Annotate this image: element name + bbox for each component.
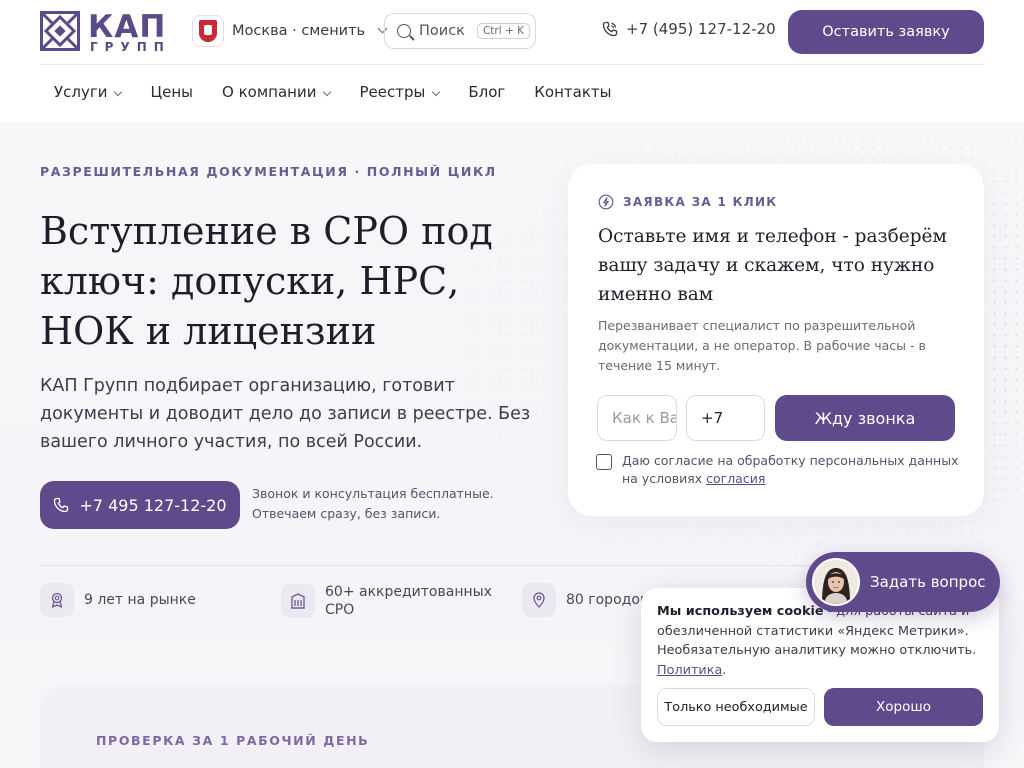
nav-item-contacts[interactable]: Контакты <box>534 82 611 102</box>
feature-text: 60+ аккредитованных СРО <box>325 584 492 618</box>
consent-row: Даю согласие на обработку персональных д… <box>596 452 962 488</box>
hero-eyebrow: РАЗРЕШИТЕЛЬНАЯ ДОКУМЕНТАЦИЯ · ПОЛНЫЙ ЦИК… <box>40 164 497 179</box>
header-phone-link[interactable]: +7 (495) 127-12-20 <box>602 20 776 38</box>
header-divider <box>40 64 984 65</box>
submit-callback-button[interactable]: Жду звонка <box>775 395 955 441</box>
avatar <box>812 558 860 606</box>
logo-subtitle: ГРУПП <box>90 40 171 54</box>
form-eyebrow-label: ЗАЯВКА ЗА 1 КЛИК <box>623 195 778 209</box>
form-eyebrow: ЗАЯВКА ЗА 1 КЛИК <box>598 194 777 210</box>
nav-item-label: Услуги <box>54 83 108 101</box>
hero-title: Вступление в СРО под ключ: допуски, НРС,… <box>40 209 493 353</box>
cookie-policy-link[interactable]: Политика <box>657 663 722 678</box>
request-button[interactable]: Оставить заявку <box>788 10 984 54</box>
cookie-title: Мы используем cookie <box>657 604 824 619</box>
nav-item-label: Цены <box>150 83 194 101</box>
hero-note: Звонок и консультация бесплатные. Отвеча… <box>252 486 494 521</box>
feature-item: 9 лет на рынке <box>40 583 196 617</box>
form-title: Оставьте имя и телефон - разберём вашу з… <box>598 226 947 305</box>
nav-item-registries[interactable]: Реестры <box>359 82 441 102</box>
search-shortcut-badge: Ctrl + K <box>476 23 530 39</box>
main-nav: Услуги Цены О компании Реестры Блог Конт… <box>54 82 640 102</box>
header-phone-number: +7 (495) 127-12-20 <box>626 20 776 38</box>
feature-text: 9 лет на рынке <box>84 592 196 608</box>
city-label: Москва · сменить <box>232 23 366 39</box>
nav-item-services[interactable]: Услуги <box>54 82 123 102</box>
site-header: КАП ГРУПП Москва · сменить Поиск Ctrl + … <box>0 0 1024 122</box>
form-description: Перезванивает специалист по разрешительн… <box>598 318 926 373</box>
award-icon <box>40 583 74 617</box>
nav-item-label: Блог <box>468 83 506 101</box>
nav-item-prices[interactable]: Цены <box>150 82 193 102</box>
location-pin-icon <box>522 583 556 617</box>
ask-question-label: Задать вопрос <box>870 573 986 591</box>
lightning-icon <box>598 194 614 210</box>
hero-lead: КАП Групп подбирает организацию, готовит… <box>40 376 531 452</box>
consent-link[interactable]: согласия <box>706 471 765 486</box>
ask-question-button[interactable]: Задать вопрос <box>806 552 1000 612</box>
search-box[interactable]: Поиск Ctrl + K <box>384 13 536 49</box>
nav-item-label: Реестры <box>359 83 426 101</box>
search-icon <box>397 24 411 38</box>
feature-item: 60+ аккредитованных СРО <box>281 583 501 619</box>
cookie-necessary-button[interactable]: Только необходимые <box>657 688 815 726</box>
cookie-accept-button[interactable]: Хорошо <box>824 688 983 726</box>
nav-item-label: Контакты <box>534 83 612 101</box>
cookie-text: Мы используем cookie - для работы сайта … <box>657 604 977 678</box>
consent-text: Даю согласие на обработку персональных д… <box>622 452 962 488</box>
verification-eyebrow: ПРОВЕРКА ЗА 1 РАБОЧИЙ ДЕНЬ <box>96 733 370 748</box>
nav-item-about[interactable]: О компании <box>222 82 332 102</box>
consent-label: Даю согласие на обработку персональных д… <box>622 453 959 486</box>
chevron-down-icon <box>114 87 123 97</box>
chevron-down-icon <box>432 87 441 97</box>
phone-input[interactable] <box>686 395 765 441</box>
nav-item-label: О компании <box>222 83 317 101</box>
name-input[interactable] <box>597 395 677 441</box>
moscow-emblem-icon <box>192 15 224 47</box>
chevron-down-icon <box>323 87 332 97</box>
hero-phone-button[interactable]: +7 495 127-12-20 <box>40 481 240 529</box>
logo[interactable]: КАП ГРУПП <box>40 9 180 54</box>
phone-icon <box>54 497 69 513</box>
search-placeholder: Поиск <box>419 23 465 39</box>
feature-text: 80 городов <box>566 592 649 608</box>
hero-phone-label: +7 495 127-12-20 <box>79 495 227 515</box>
phone-icon <box>602 21 618 37</box>
city-selector[interactable]: Москва · сменить <box>192 14 388 48</box>
nav-item-blog[interactable]: Блог <box>468 82 505 102</box>
callback-form-card: ЗАЯВКА ЗА 1 КЛИК Оставьте имя и телефон … <box>568 164 984 516</box>
logo-icon <box>40 11 80 51</box>
feature-item: 80 городов <box>522 583 648 617</box>
consultant-avatar-icon <box>814 560 858 604</box>
building-icon <box>281 584 315 618</box>
consent-checkbox[interactable] <box>596 454 612 470</box>
